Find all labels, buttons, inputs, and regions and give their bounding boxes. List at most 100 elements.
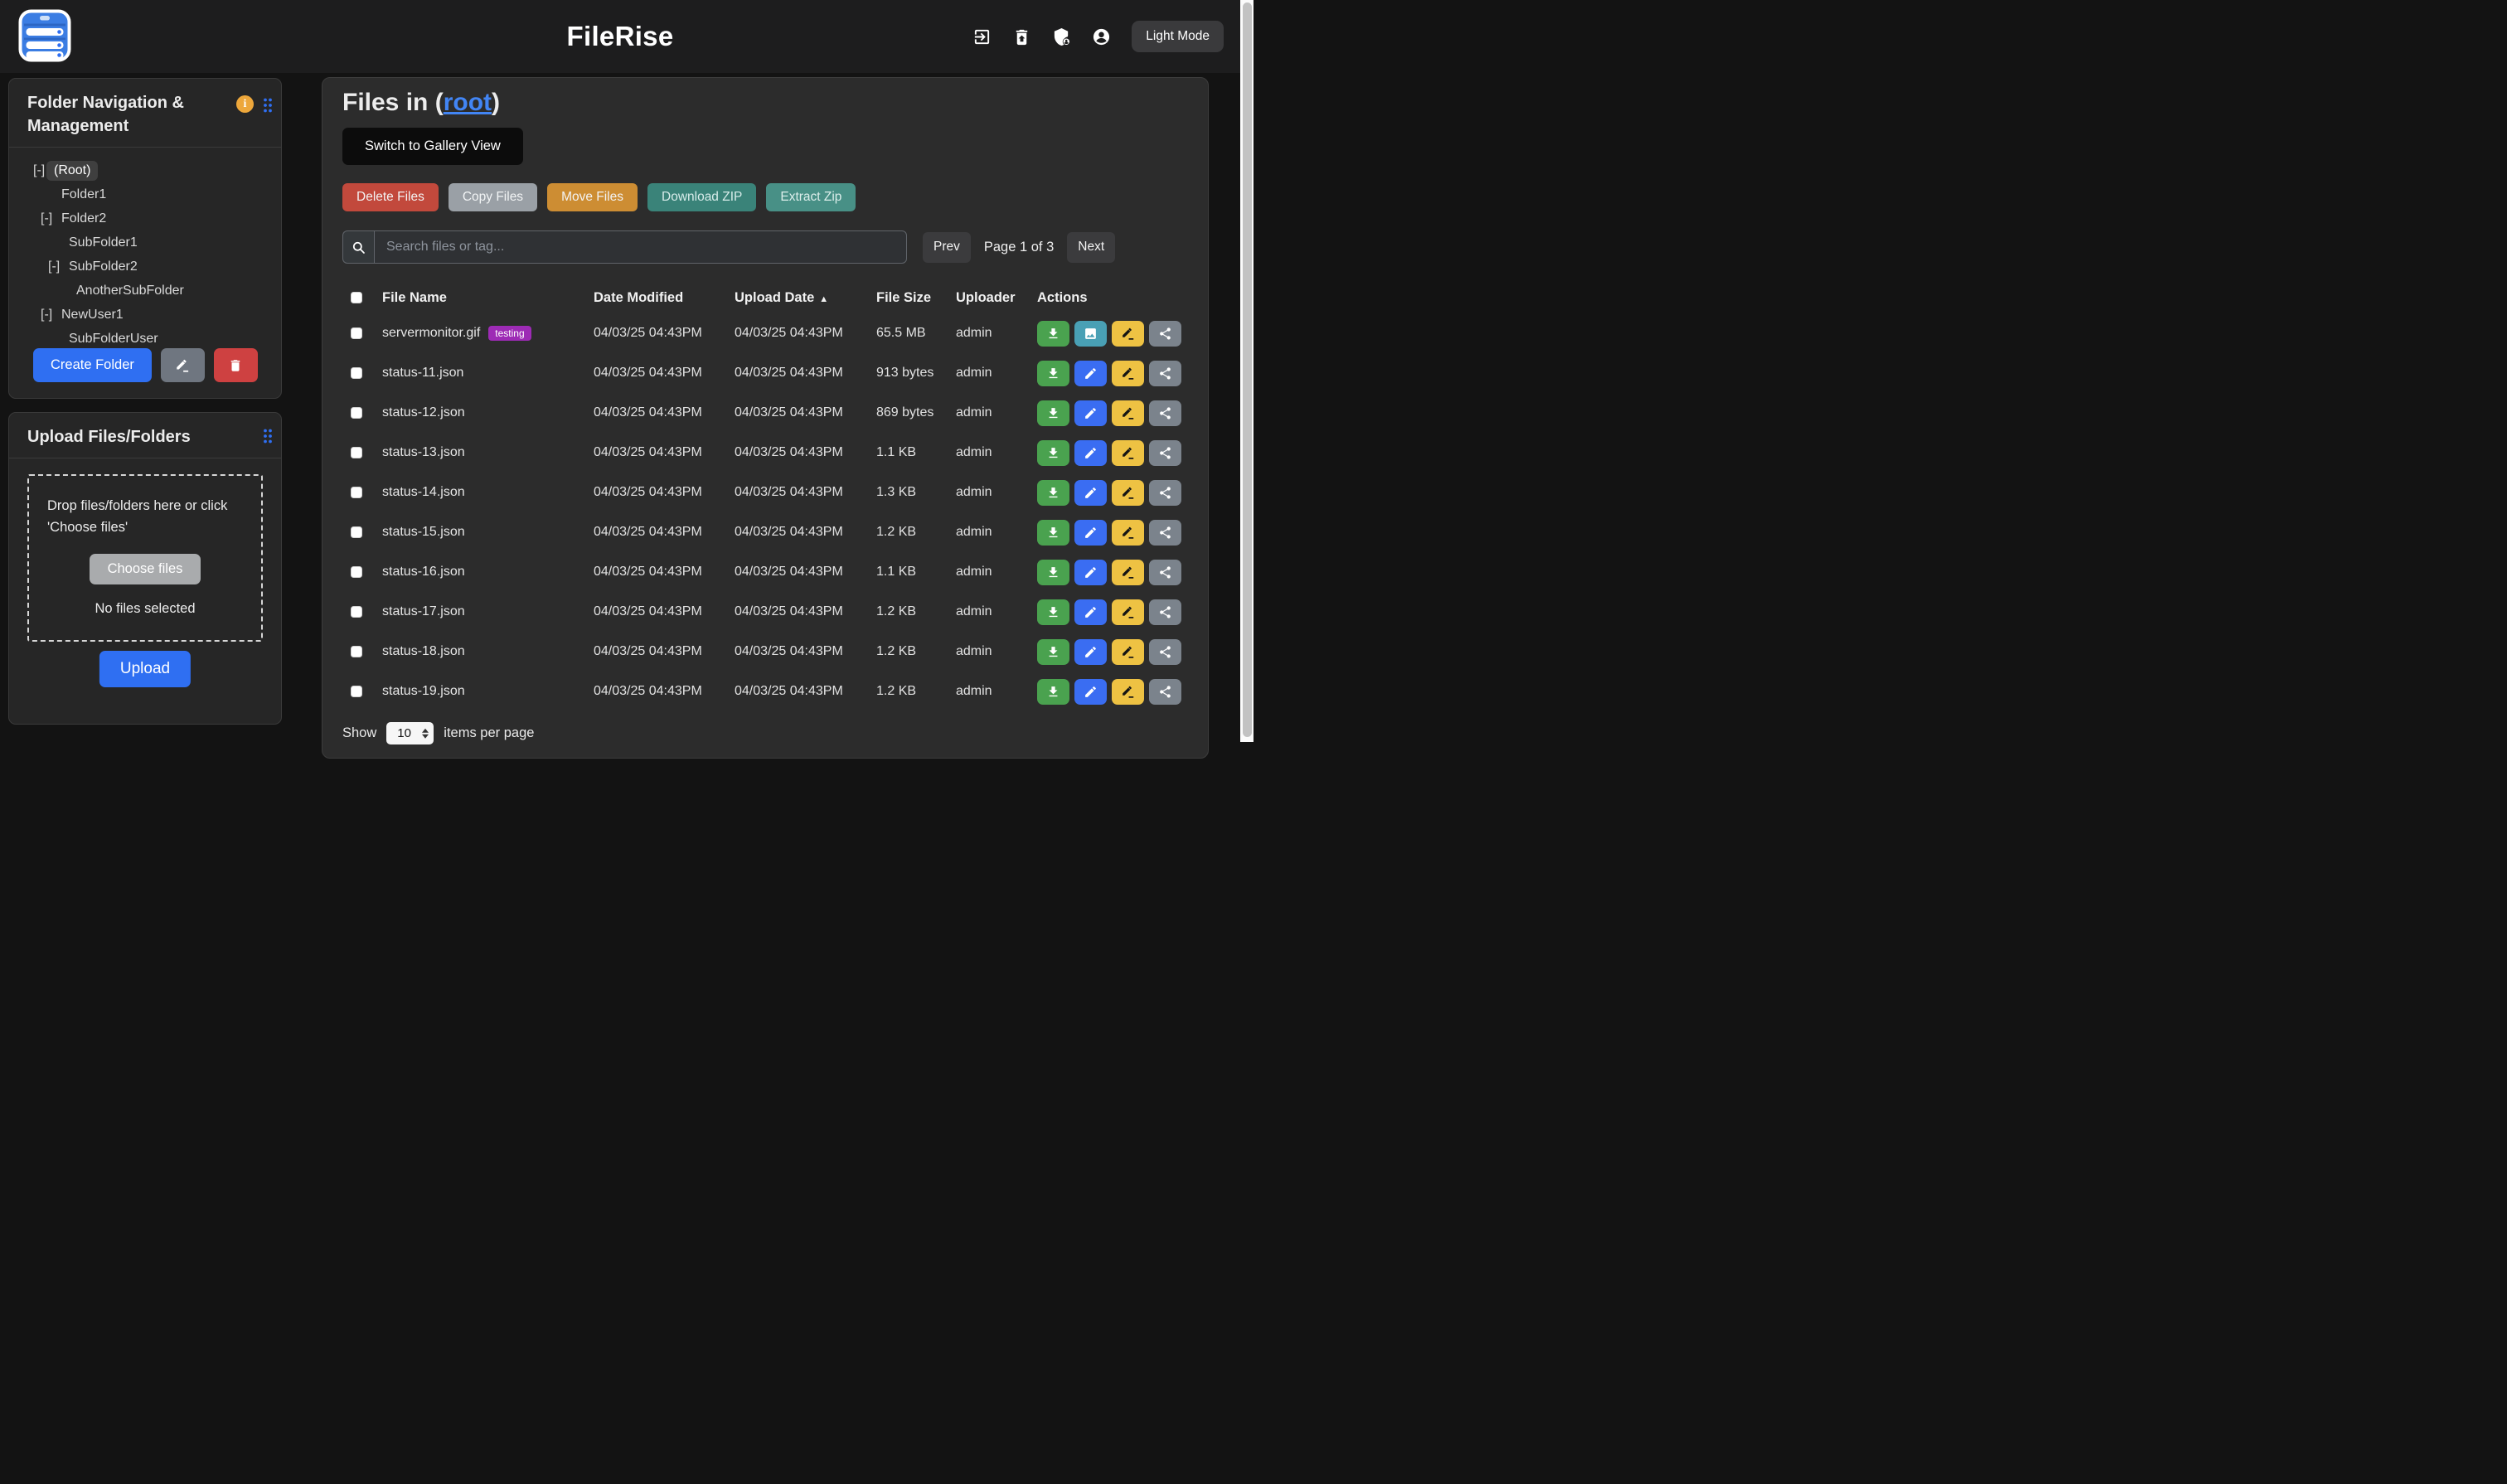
rename-file-button[interactable] <box>1112 480 1144 506</box>
edit-file-button[interactable] <box>1074 400 1107 426</box>
share-file-button[interactable] <box>1149 321 1181 347</box>
copy-files-button[interactable]: Copy Files <box>449 183 537 211</box>
download-button[interactable] <box>1037 599 1069 625</box>
drag-handle-icon[interactable] <box>262 97 274 114</box>
column-header-uploader[interactable]: Uploader <box>956 290 1037 306</box>
rename-file-button[interactable] <box>1112 440 1144 466</box>
download-button[interactable] <box>1037 480 1069 506</box>
rename-file-button[interactable] <box>1112 400 1144 426</box>
logout-icon[interactable] <box>972 27 992 46</box>
share-file-button[interactable] <box>1149 400 1181 426</box>
choose-files-button[interactable]: Choose files <box>90 554 201 584</box>
column-header-upload-date[interactable]: Upload Date▲ <box>735 290 876 306</box>
download-button[interactable] <box>1037 440 1069 466</box>
upload-button[interactable]: Upload <box>99 651 191 687</box>
share-file-button[interactable] <box>1149 520 1181 546</box>
edit-file-button[interactable] <box>1074 440 1107 466</box>
rename-folder-button[interactable] <box>161 348 205 382</box>
tree-item-subfolder2[interactable]: [-]SubFolder2 <box>9 255 281 279</box>
folder-label[interactable]: SubFolder1 <box>69 235 138 250</box>
edit-file-button[interactable] <box>1074 520 1107 546</box>
share-file-button[interactable] <box>1149 480 1181 506</box>
edit-file-button[interactable] <box>1074 599 1107 625</box>
tree-item-subfolder1[interactable]: SubFolder1 <box>9 230 281 255</box>
download-button[interactable] <box>1037 321 1069 347</box>
next-page-button[interactable]: Next <box>1067 232 1115 263</box>
rename-file-button[interactable] <box>1112 679 1144 705</box>
column-header-file-name[interactable]: File Name <box>382 290 594 306</box>
tree-item-subfolderuser[interactable]: SubFolderUser <box>9 327 281 351</box>
light-mode-button[interactable]: Light Mode <box>1132 21 1224 52</box>
share-file-button[interactable] <box>1149 639 1181 665</box>
scrollbar-thumb[interactable] <box>1243 2 1252 737</box>
row-checkbox[interactable] <box>351 686 362 697</box>
row-checkbox[interactable] <box>351 646 362 657</box>
row-checkbox[interactable] <box>351 606 362 618</box>
row-checkbox[interactable] <box>351 367 362 379</box>
column-header-file-size[interactable]: File Size <box>876 290 956 306</box>
drag-handle-icon[interactable] <box>262 428 274 444</box>
file-name[interactable]: servermonitor.gif <box>382 326 480 341</box>
download-button[interactable] <box>1037 361 1069 386</box>
tree-item-anothersubfolder[interactable]: AnotherSubFolder <box>9 279 281 303</box>
row-checkbox[interactable] <box>351 566 362 578</box>
share-file-button[interactable] <box>1149 440 1181 466</box>
rename-file-button[interactable] <box>1112 560 1144 585</box>
download-button[interactable] <box>1037 679 1069 705</box>
share-file-button[interactable] <box>1149 361 1181 386</box>
tree-item-folder2[interactable]: [-]Folder2 <box>9 206 281 230</box>
profile-icon[interactable] <box>1092 27 1111 46</box>
edit-file-button[interactable] <box>1074 560 1107 585</box>
share-file-button[interactable] <box>1149 599 1181 625</box>
preview-image-button[interactable] <box>1074 321 1107 347</box>
prev-page-button[interactable]: Prev <box>923 232 971 263</box>
rename-file-button[interactable] <box>1112 321 1144 347</box>
tree-item-newuser1[interactable]: [-]NewUser1 <box>9 303 281 327</box>
file-name[interactable]: status-17.json <box>382 604 465 619</box>
file-name[interactable]: status-19.json <box>382 684 465 699</box>
rename-file-button[interactable] <box>1112 520 1144 546</box>
collapse-toggle[interactable]: [-] <box>41 308 61 323</box>
row-checkbox[interactable] <box>351 327 362 339</box>
tree-item-folder1[interactable]: Folder1 <box>9 182 281 206</box>
share-file-button[interactable] <box>1149 560 1181 585</box>
file-name[interactable]: status-16.json <box>382 565 465 580</box>
download-zip-button[interactable]: Download ZIP <box>647 183 756 211</box>
admin-shield-icon[interactable] <box>1052 27 1071 46</box>
create-folder-button[interactable]: Create Folder <box>33 348 152 382</box>
folder-label[interactable]: SubFolderUser <box>69 332 158 347</box>
file-name[interactable]: status-12.json <box>382 405 465 420</box>
folder-label[interactable]: SubFolder2 <box>69 259 138 274</box>
delete-folder-button[interactable] <box>214 348 258 382</box>
edit-file-button[interactable] <box>1074 639 1107 665</box>
edit-file-button[interactable] <box>1074 679 1107 705</box>
share-file-button[interactable] <box>1149 679 1181 705</box>
edit-file-button[interactable] <box>1074 480 1107 506</box>
file-name[interactable]: status-15.json <box>382 525 465 540</box>
file-name[interactable]: status-14.json <box>382 485 465 500</box>
download-button[interactable] <box>1037 639 1069 665</box>
download-button[interactable] <box>1037 560 1069 585</box>
collapse-toggle[interactable]: [-] <box>48 259 69 274</box>
tree-item-root[interactable]: [-](Root) <box>9 158 281 182</box>
row-checkbox[interactable] <box>351 447 362 458</box>
select-all-checkbox[interactable] <box>351 292 362 303</box>
delete-files-button[interactable]: Delete Files <box>342 183 439 211</box>
switch-gallery-view-button[interactable]: Switch to Gallery View <box>342 128 523 165</box>
rename-file-button[interactable] <box>1112 361 1144 386</box>
search-input[interactable] <box>374 230 907 264</box>
file-name[interactable]: status-18.json <box>382 644 465 659</box>
folder-label[interactable]: NewUser1 <box>61 308 124 323</box>
root-folder-link[interactable]: root <box>444 89 492 116</box>
restore-trash-icon[interactable] <box>1012 27 1031 46</box>
rename-file-button[interactable] <box>1112 599 1144 625</box>
info-icon[interactable]: i <box>236 95 254 113</box>
rename-file-button[interactable] <box>1112 639 1144 665</box>
row-checkbox[interactable] <box>351 487 362 498</box>
folder-label[interactable]: (Root) <box>46 161 98 181</box>
extract-zip-button[interactable]: Extract Zip <box>766 183 856 211</box>
file-name[interactable]: status-11.json <box>382 366 463 381</box>
folder-label[interactable]: AnotherSubFolder <box>76 284 184 298</box>
row-checkbox[interactable] <box>351 526 362 538</box>
folder-label[interactable]: Folder2 <box>61 211 106 226</box>
